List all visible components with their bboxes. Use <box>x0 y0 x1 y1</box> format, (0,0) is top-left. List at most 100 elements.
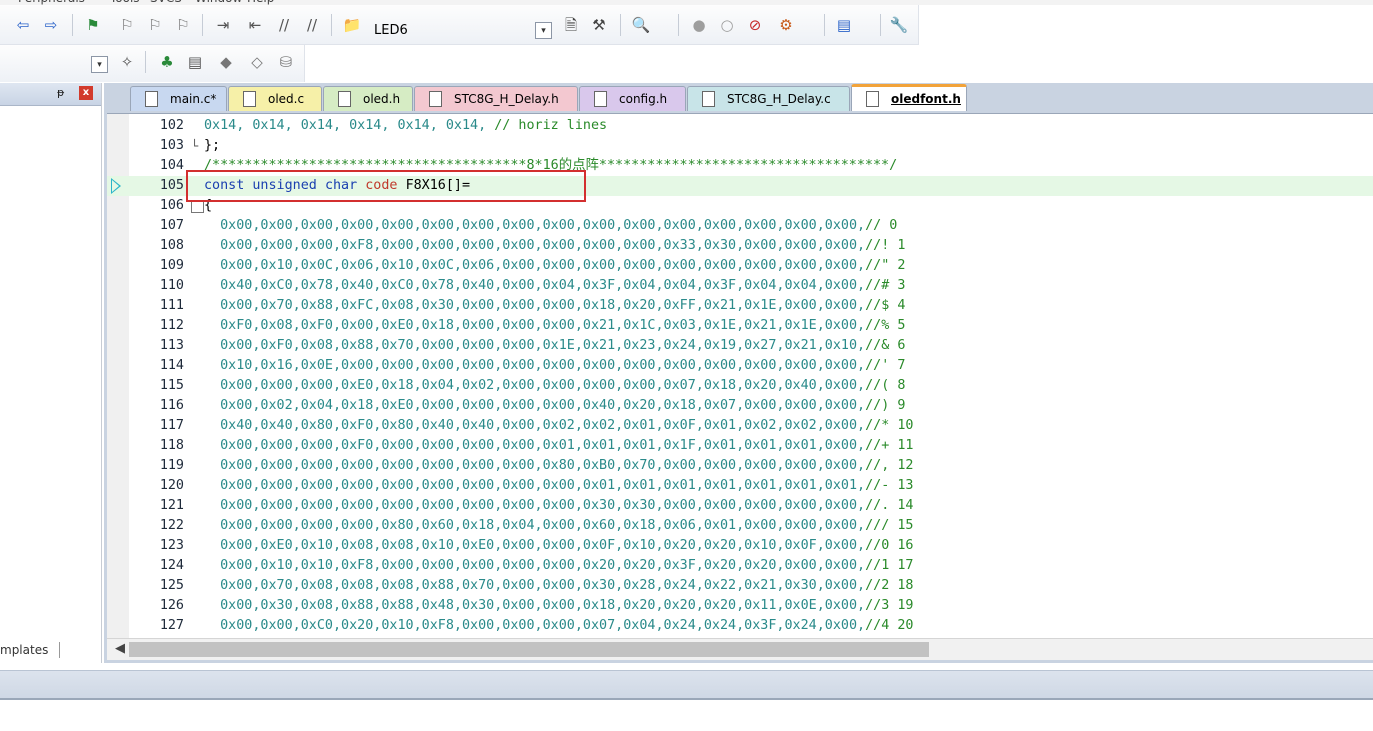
code-line[interactable]: 110 0x40,0xC0,0x78,0x40,0xC0,0x78,0x40,0… <box>107 276 1373 296</box>
uncomment-icon[interactable]: // <box>303 16 321 34</box>
code-text: 0x00,0x00,0x00,0x00,0x00,0x00,0x00,0x00,… <box>204 216 897 236</box>
tab-stc8g-h-delay-h[interactable]: STC8G_H_Delay.h <box>414 86 578 111</box>
kill-breakpoints-icon[interactable]: ⊘ <box>746 16 764 34</box>
file-icon <box>429 91 442 107</box>
code-line[interactable]: 119 0x00,0x00,0x00,0x00,0x00,0x00,0x00,0… <box>107 456 1373 476</box>
tab-oledfont-h[interactable]: oledfont.h <box>851 84 967 111</box>
toolbar-build: ▾ ✧ ♣ ▤ ◆ ◇ ⛁ <box>0 45 305 82</box>
line-number: 113 <box>159 338 184 353</box>
tab-stc8g-h-delay-c[interactable]: STC8G_H_Delay.c <box>687 86 850 111</box>
line-number: 102 <box>159 118 184 133</box>
code-line[interactable]: 113 0x00,0xF0,0x08,0x88,0x70,0x00,0x00,0… <box>107 336 1373 356</box>
code-line[interactable]: 124 0x00,0x10,0x10,0xF8,0x00,0x00,0x00,0… <box>107 556 1373 576</box>
code-line[interactable]: 107 0x00,0x00,0x00,0x00,0x00,0x00,0x00,0… <box>107 216 1373 236</box>
code-text: 0x00,0x00,0x00,0xF8,0x00,0x00,0x00,0x00,… <box>204 236 905 256</box>
tab-config-h[interactable]: config.h <box>579 86 686 111</box>
line-number: 108 <box>159 238 184 253</box>
debug-options-icon[interactable]: ⚙ <box>777 16 795 34</box>
code-line[interactable]: 116 0x00,0x02,0x04,0x18,0xE0,0x00,0x00,0… <box>107 396 1373 416</box>
configure-icon[interactable]: 🔧 <box>890 16 909 34</box>
fold-marker[interactable]: └ <box>191 136 201 156</box>
magic-wand-icon[interactable]: ✧ <box>118 53 136 71</box>
code-line[interactable]: 127 0x00,0x00,0xC0,0x20,0x10,0xF8,0x00,0… <box>107 616 1373 636</box>
breakpoint-icon[interactable]: ● <box>690 16 708 34</box>
code-line[interactable]: 108 0x00,0x00,0x00,0xF8,0x00,0x00,0x00,0… <box>107 236 1373 256</box>
tab-label: oledfont.h <box>891 92 961 106</box>
tab-main-c-[interactable]: main.c* <box>130 86 227 111</box>
manage-project-icon[interactable]: ♣ <box>158 53 176 71</box>
find-in-files-icon[interactable]: 📁 <box>343 16 362 34</box>
code-line[interactable]: 112 0xF0,0x08,0xF0,0x00,0xE0,0x18,0x00,0… <box>107 316 1373 336</box>
tab-label: STC8G_H_Delay.h <box>454 92 559 106</box>
code-literal: 0x00,0x10,0x0C,0x06,0x10,0x0C,0x06,0x00,… <box>204 258 866 273</box>
code-line[interactable]: 123 0x00,0xE0,0x10,0x08,0x08,0x10,0xE0,0… <box>107 536 1373 556</box>
code-line[interactable]: 111 0x00,0x70,0x88,0xFC,0x08,0x30,0x00,0… <box>107 296 1373 316</box>
code-line[interactable]: 125 0x00,0x70,0x08,0x08,0x08,0x88,0x70,0… <box>107 576 1373 596</box>
code-text: 0x40,0xC0,0x78,0x40,0xC0,0x78,0x40,0x00,… <box>204 276 905 296</box>
manage-components-icon[interactable]: ⚒ <box>590 16 608 34</box>
indent-icon[interactable]: ⇥ <box>214 16 232 34</box>
select-software-packs-icon[interactable]: ◇ <box>248 53 266 71</box>
tab-separator <box>59 642 60 658</box>
code-literal: 0x40,0xC0,0x78,0x40,0xC0,0x78,0x40,0x00,… <box>204 278 866 293</box>
scroll-left-icon[interactable]: ◀ <box>115 641 125 656</box>
code-line[interactable]: 122 0x00,0x00,0x00,0x00,0x80,0x60,0x18,0… <box>107 516 1373 536</box>
line-number: 107 <box>159 218 184 233</box>
window-layout-icon[interactable]: ▤ <box>835 16 853 34</box>
code-line[interactable]: 103 └}; <box>107 136 1373 156</box>
line-number: 114 <box>159 358 184 373</box>
code-comment: //4 20 <box>865 618 914 633</box>
code-literal: 0x00,0x00,0x00,0xE0,0x18,0x04,0x02,0x00,… <box>204 378 866 393</box>
code-text: 0x00,0x70,0x88,0xFC,0x08,0x30,0x00,0x00,… <box>204 296 905 316</box>
code-literal: 0x00,0xF0,0x08,0x88,0x70,0x00,0x00,0x00,… <box>204 338 866 353</box>
code-line[interactable]: 102 0x14, 0x14, 0x14, 0x14, 0x14, 0x14, /… <box>107 116 1373 136</box>
tab-oled-h[interactable]: oled.h <box>323 86 413 111</box>
target-name-label: LED6 <box>374 23 408 38</box>
code-literal: 0x00,0x00,0x00,0xF0,0x00,0x00,0x00,0x00,… <box>204 438 866 453</box>
options-icon[interactable]: 🗎 <box>562 16 580 34</box>
file-icon <box>594 91 607 107</box>
code-line[interactable]: 109 0x00,0x10,0x0C,0x06,0x10,0x0C,0x06,0… <box>107 256 1373 276</box>
disable-breakpoint-icon[interactable]: ○ <box>718 16 736 34</box>
code-line[interactable]: 117 0x40,0x40,0x80,0xF0,0x80,0x40,0x40,0… <box>107 416 1373 436</box>
next-bookmark-icon[interactable]: ⚐ <box>146 16 164 34</box>
templates-tab[interactable]: mplates <box>0 639 48 661</box>
target-dropdown-icon[interactable]: ▾ <box>535 22 552 39</box>
code-comment: //! 1 <box>865 238 906 253</box>
code-literal: 0x00,0xE0,0x10,0x08,0x08,0x10,0xE0,0x00,… <box>204 538 866 553</box>
tab-label: oled.c <box>268 92 305 106</box>
navigate-forward-icon[interactable]: ⇨ <box>42 16 60 34</box>
code-text: 0xF0,0x08,0xF0,0x00,0xE0,0x18,0x00,0x00,… <box>204 316 905 336</box>
code-literal: 0x00,0x02,0x04,0x18,0xE0,0x00,0x00,0x00,… <box>204 398 866 413</box>
run-time-environment-icon[interactable]: ⛁ <box>277 53 295 71</box>
toolbar-separator <box>824 14 825 36</box>
code-line[interactable]: 126 0x00,0x30,0x08,0x88,0x88,0x48,0x30,0… <box>107 596 1373 616</box>
rebuild-dropdown-icon[interactable]: ▾ <box>91 56 108 73</box>
code-line[interactable]: 115 0x00,0x00,0x00,0xE0,0x18,0x04,0x02,0… <box>107 376 1373 396</box>
toolbar-file: LED6 ⇦ ⇨ ⚑ ⚐ ⚐ ⚐ ⇥ ⇤ // // 📁 ▾ 🗎 ⚒ 🔍 ● ○ ⊘ ⚙ ▤ 🔧 <box>0 5 919 45</box>
navigate-back-icon[interactable]: ⇦ <box>14 16 32 34</box>
code-editor[interactable]: 102 0x14, 0x14, 0x14, 0x14, 0x14, 0x14, /… <box>107 113 1373 638</box>
code-line[interactable]: 118 0x00,0x00,0x00,0xF0,0x00,0x00,0x00,0… <box>107 436 1373 456</box>
insert-bookmark-icon[interactable]: ⚑ <box>84 16 102 34</box>
editor-frame: main.c* oled.c oled.h STC8G_H_Delay.h config… <box>104 83 1373 663</box>
previous-bookmark-icon[interactable]: ⚐ <box>118 16 136 34</box>
comment-icon[interactable]: // <box>275 16 293 34</box>
clear-bookmarks-icon[interactable]: ⚐ <box>174 16 192 34</box>
pack-installer-icon[interactable]: ◆ <box>217 53 235 71</box>
code-literal: 0x40,0x40,0x80,0xF0,0x80,0x40,0x40,0x00,… <box>204 418 866 433</box>
debug-session-icon[interactable]: 🔍 <box>632 16 651 34</box>
tab-oled-c[interactable]: oled.c <box>228 86 322 111</box>
file-extensions-icon[interactable]: ▤ <box>186 53 204 71</box>
code-comment: /// 15 <box>865 518 914 533</box>
code-comment: // horiz lines <box>494 118 608 133</box>
code-line[interactable]: 120 0x00,0x00,0x00,0x00,0x00,0x00,0x00,0… <box>107 476 1373 496</box>
scrollbar-thumb[interactable] <box>129 642 929 657</box>
horizontal-scrollbar[interactable]: ◀ <box>107 638 1373 660</box>
unindent-icon[interactable]: ⇤ <box>246 16 264 34</box>
close-icon[interactable]: x <box>79 86 93 100</box>
code-line[interactable]: 114 0x10,0x16,0x0E,0x00,0x00,0x00,0x00,0… <box>107 356 1373 376</box>
code-line[interactable]: 121 0x00,0x00,0x00,0x00,0x00,0x00,0x00,0… <box>107 496 1373 516</box>
pin-icon[interactable]: ᵽ <box>57 86 64 99</box>
code-literal: 0x00,0x00,0x00,0x00,0x00,0x00,0x00,0x00,… <box>204 478 866 493</box>
